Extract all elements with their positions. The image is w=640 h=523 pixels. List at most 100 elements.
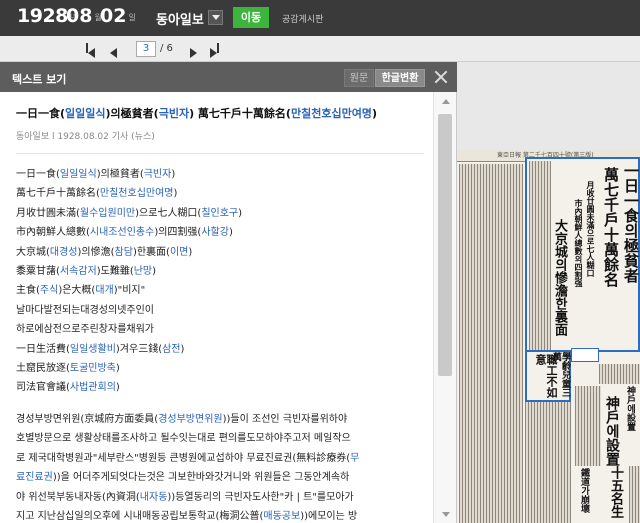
top-navigation-bar: 1928 년 08 월 02 일 동아일보 이동 공감게시판 bbox=[0, 0, 640, 36]
selected-article-region-lower[interactable]: 學齡兒童三萬 職工不如意 bbox=[525, 350, 571, 402]
scrollbar-thumb[interactable] bbox=[438, 114, 452, 376]
hangul-reading: 만칠천호십만여명 bbox=[290, 107, 372, 120]
text-segment: 大京城( bbox=[16, 246, 50, 258]
text-view-panel: 텍스트 보기 원문 한글변환 一日一食(일일일식)의極貧者(극빈자) 萬七千戶十… bbox=[0, 62, 457, 523]
scan-side-heading-5: 十五名生 bbox=[608, 466, 623, 518]
body-line: 료진료권))을 어더주게되엇다는것은 긔보한바와갓거니와 위원들은 그동안계속하 bbox=[16, 468, 430, 488]
scroll-up-icon[interactable] bbox=[442, 99, 450, 104]
go-button[interactable]: 이동 bbox=[233, 7, 269, 28]
body-line: 야 위선북부동내자동(內資洞(내자동))등열동리의 극빈자도사한"카 | 트"를… bbox=[16, 488, 430, 508]
hangul-reading: 만칠천호십만여명 bbox=[99, 188, 174, 200]
chevron-down-icon bbox=[212, 15, 220, 20]
article-body-paragraph: 경성부방면위원(京城府方面委員(경성부방면위원))들이 조선인 극빈자를위하야호… bbox=[16, 410, 430, 523]
text-segment: )의慘澹( bbox=[77, 246, 115, 258]
text-segment: 지고 지난삼십일의오후에 시내매동공립보통학교(梅洞公普( bbox=[16, 511, 264, 523]
page-navigator: 3 / 6 bbox=[0, 36, 640, 62]
month-selector[interactable]: 08 월 bbox=[66, 5, 102, 27]
hangul-reading: 경성부방면위원 bbox=[158, 413, 223, 425]
text-segment: 黍粟甘藷( bbox=[16, 266, 60, 278]
body-line: 호별방문으로 생활상태를조사하고 될수잇는대로 편의를도모하야주고저 메일작으 bbox=[16, 429, 430, 449]
newspaper-selector[interactable]: 동아일보 bbox=[156, 9, 204, 28]
headline-line: 市內朝鮮人總數(시내조선인총수)의四割强(사할강) bbox=[16, 223, 432, 242]
text-segment: ) bbox=[238, 207, 243, 219]
scan-text-columns bbox=[525, 402, 571, 523]
text-segment: )도難雖( bbox=[96, 266, 134, 278]
prev-page-button[interactable] bbox=[110, 43, 122, 58]
scan-subheadline-2: 市內朝鮮人總數의四割强 bbox=[574, 199, 584, 287]
headline-line: 大京城(대경성)의慘澹(참담)한裏面(이면) bbox=[16, 243, 432, 262]
first-page-button[interactable] bbox=[86, 43, 98, 58]
board-link[interactable]: 공감게시판 bbox=[282, 12, 323, 25]
prev-arrow-icon bbox=[110, 48, 117, 58]
scan-side-heading-3: 神戶에設置 bbox=[625, 386, 635, 431]
scrollbar[interactable] bbox=[433, 92, 456, 523]
text-segment: 主食( bbox=[16, 285, 40, 297]
scan-headline-2: 萬七千戶十萬餘名 bbox=[602, 167, 620, 287]
body-line: 지고 지난삼십일의오후에 시내매동공립보통학교(梅洞公普(매동공보))에모이는 … bbox=[16, 507, 430, 523]
headline-line: 萬七千戶十萬餘名(만칠천호십만여명) bbox=[16, 184, 432, 203]
text-segment: 야 위선북부동내자동(內資洞( bbox=[16, 491, 140, 503]
total-pages: / 6 bbox=[160, 43, 173, 54]
hangul-reading: 대개 bbox=[95, 285, 114, 297]
scan-side-heading-6: 鐵道가崩壞 bbox=[579, 468, 589, 513]
selected-article-region[interactable]: 一日一食의極貧者 萬七千戶十萬餘名 月收廿圓未滿으로七人糊口 市內朝鮮人總數의四… bbox=[525, 157, 640, 352]
hangul-reading: 일일일식 bbox=[59, 169, 97, 180]
text-segment: )으로七人糊口( bbox=[135, 207, 202, 219]
text-segment: ))들이 조선인 극빈자를위하야 bbox=[222, 413, 348, 425]
body-line: 경성부방면위원(京城府方面委員(경성부방면위원))들이 조선인 극빈자를위하야 bbox=[16, 410, 430, 430]
hangul-reading: 극빈자 bbox=[158, 107, 190, 120]
scan-headline-1: 一日一食의極貧者 bbox=[622, 163, 640, 283]
text-segment: 一日一食( bbox=[16, 169, 60, 180]
text-segment: 날마다발전되는대경성의넷주인이 bbox=[16, 304, 154, 316]
newspaper-dropdown-button[interactable] bbox=[208, 10, 223, 25]
next-page-button[interactable] bbox=[190, 43, 202, 58]
next-arrow-icon bbox=[190, 48, 197, 58]
text-segment: ) bbox=[152, 266, 157, 278]
scan-subheadline-3: 大京城의慘澹한裏面 bbox=[552, 219, 567, 336]
text-segment: )의極貧者( bbox=[96, 169, 144, 180]
last-page-icon bbox=[210, 48, 217, 58]
hangul-reading: 대경성 bbox=[49, 246, 78, 258]
headline-line: 司法官會議(사법관회의) bbox=[16, 378, 432, 397]
text-segment: ) bbox=[180, 343, 185, 355]
article-meta: 동아일보 l 1928.08.02 기사 (뉴스) bbox=[16, 129, 424, 154]
scan-side-heading-4: 神戶에設置 bbox=[604, 396, 620, 466]
text-segment: ) bbox=[371, 107, 377, 120]
scroll-down-icon[interactable] bbox=[442, 512, 450, 517]
text-segment: 一日一食( bbox=[16, 107, 66, 120]
text-segment: 호별방문으로 생활상태를조사하고 될수잇는대로 편의를도모하야주고저 메일작으 bbox=[16, 433, 351, 445]
text-segment: ))등열동리의 극빈자도사한"카 | 트"를모아가 bbox=[167, 491, 354, 503]
text-segment: 司法官會議( bbox=[16, 382, 70, 394]
article-title: 一日一食(일일일식)의極貧者(극빈자) 萬七千戶十萬餘名(만칠천호십만여명) bbox=[16, 106, 432, 122]
current-page-input[interactable]: 3 bbox=[136, 41, 156, 57]
headline-line: 一日生活費(일일생활비)겨우三錢(삼전) bbox=[16, 340, 432, 359]
tab-hangul-convert[interactable]: 한글변환 bbox=[375, 69, 425, 87]
tab-original-text[interactable]: 원문 bbox=[344, 69, 374, 87]
hangul-reading: 무 bbox=[350, 452, 360, 464]
last-page-button[interactable] bbox=[210, 43, 222, 58]
text-segment: ))을 어더주게되엇다는것은 긔보한바와갓거니와 위원들은 그동안계속하 bbox=[52, 472, 350, 484]
hangul-reading: 참담 bbox=[114, 246, 133, 258]
text-segment: ) bbox=[115, 363, 120, 375]
headline-line: 黍粟甘藷(서속감저)도難雖(난망) bbox=[16, 262, 432, 281]
text-segment: )"비지" bbox=[113, 285, 146, 297]
hangul-reading: 서속감저 bbox=[59, 266, 97, 278]
text-segment: )한裏面( bbox=[132, 246, 170, 258]
headline-line: 月收廿圓未滿(월수입원미만)으로七人糊口(칠인호구) bbox=[16, 204, 432, 223]
hangul-reading: 삼전 bbox=[162, 343, 181, 355]
hangul-reading: 사법관회의 bbox=[69, 382, 116, 394]
close-icon[interactable] bbox=[434, 70, 448, 84]
hangul-reading: 주식 bbox=[39, 285, 59, 297]
headline-line: 主食(주식)은大概(대개)"비지" bbox=[16, 281, 432, 300]
text-segment: )의極貧者( bbox=[105, 107, 159, 120]
text-segment: 萬七千戶十萬餘名( bbox=[16, 188, 100, 200]
text-segment: 로 제국대학병원과"세부란스"병원등 큰병원에교섭하야 무료진료권(無料診療券( bbox=[16, 452, 351, 464]
hangul-reading: 난망 bbox=[133, 266, 153, 278]
text-segment: )은大概( bbox=[58, 285, 96, 297]
text-segment: 土窟民放逐( bbox=[16, 363, 70, 375]
hangul-reading: 내자동 bbox=[139, 491, 168, 503]
scan-text-columns bbox=[599, 364, 640, 384]
day-selector[interactable]: 02 일 bbox=[100, 5, 136, 27]
newspaper-scan-image[interactable]: 東亞日報 第二千七百四十號(第三版) 一日一食의極貧者 萬七千戶十萬餘名 月收廿… bbox=[457, 150, 640, 523]
article-content[interactable]: 一日一食(일일일식)의極貧者(극빈자) 萬七千戶十萬餘名(만칠천호십만여명) 동… bbox=[0, 92, 432, 523]
